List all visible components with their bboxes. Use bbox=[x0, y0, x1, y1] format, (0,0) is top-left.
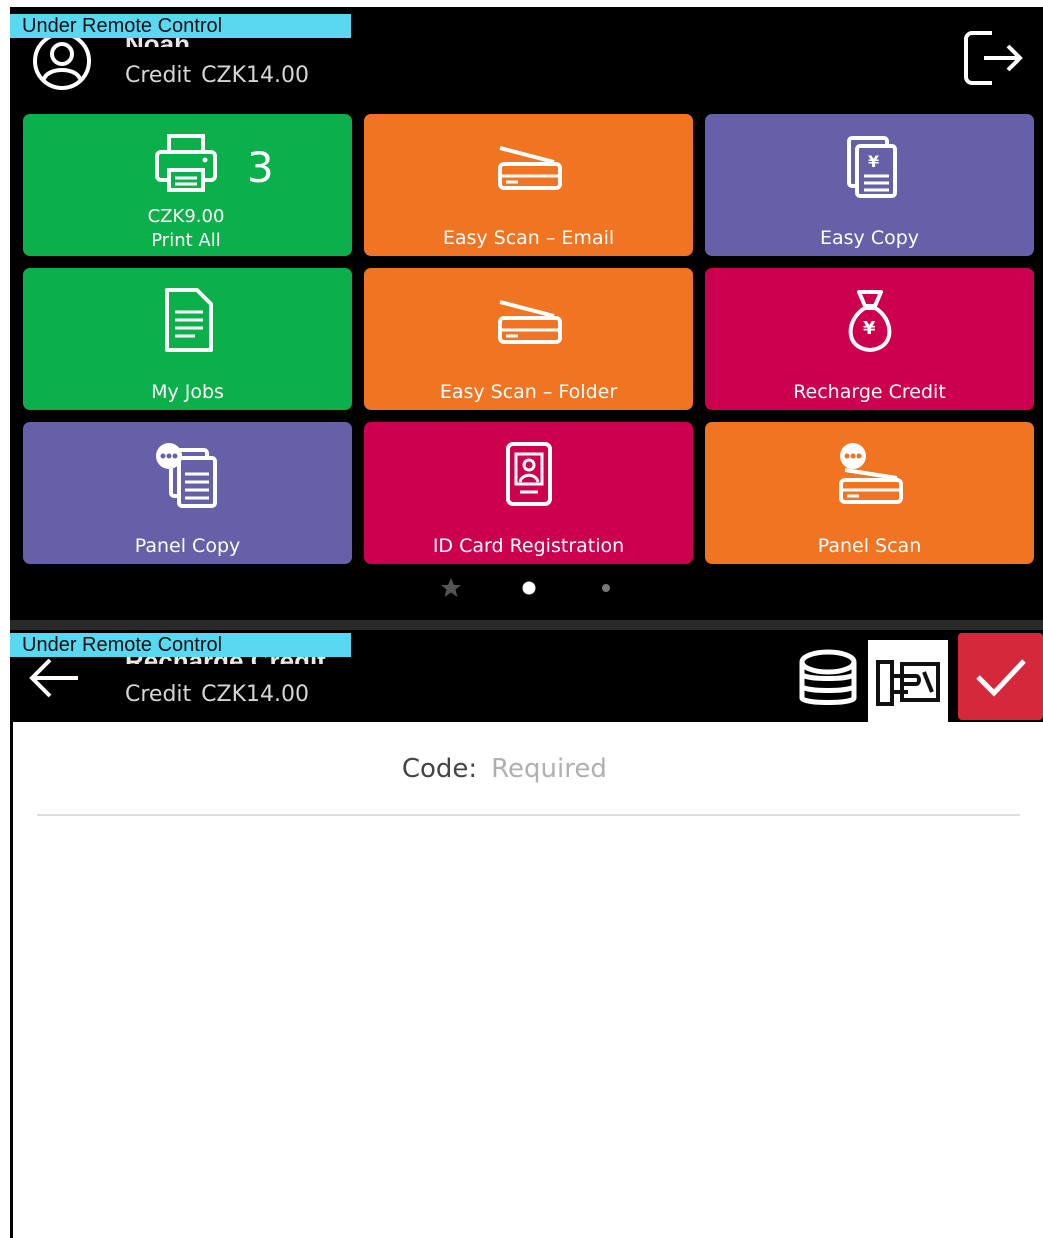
svg-text:¥: ¥ bbox=[868, 152, 879, 171]
card-payment-icon[interactable] bbox=[868, 640, 948, 722]
tile-id-card-registration[interactable]: ID Card Registration bbox=[364, 422, 693, 564]
tile-recharge-credit[interactable]: ¥ Recharge Credit bbox=[705, 268, 1034, 410]
id-card-icon bbox=[505, 442, 552, 506]
code-field-row: Code: bbox=[10, 752, 1043, 786]
money-bag-icon: ¥ bbox=[848, 290, 891, 352]
credit-display: Credit CZK14.00 bbox=[125, 61, 309, 91]
back-arrow-icon[interactable] bbox=[26, 654, 82, 702]
home-page-star-icon[interactable] bbox=[440, 577, 462, 599]
svg-text:¥: ¥ bbox=[863, 318, 876, 339]
tile-grid: 3 CZK9.00 Print All Easy Scan – Email ¥ bbox=[23, 114, 1034, 564]
tile-label: Panel Copy bbox=[134, 535, 241, 557]
job-count-badge: 3 bbox=[247, 143, 274, 192]
credit-label: Credit bbox=[125, 63, 192, 88]
home-screen: Under Remote Control Noah Credit CZK14.00 bbox=[10, 7, 1043, 620]
tile-my-jobs[interactable]: My Jobs bbox=[23, 268, 352, 410]
credit-label: Credit bbox=[125, 682, 192, 707]
copy-document-icon: ¥ bbox=[846, 136, 897, 198]
tile-label: Panel Scan bbox=[817, 535, 922, 557]
print-all-amount: CZK9.00 bbox=[147, 206, 225, 227]
tile-label: Easy Scan – Folder bbox=[439, 381, 618, 403]
tile-label: My Jobs bbox=[151, 381, 224, 403]
credit-display: Credit CZK14.00 bbox=[125, 680, 309, 710]
credit-amount: CZK14.00 bbox=[201, 63, 310, 88]
coins-icon[interactable] bbox=[788, 640, 868, 722]
remote-control-banner: Under Remote Control bbox=[10, 633, 351, 657]
tile-panel-copy[interactable]: Panel Copy bbox=[23, 422, 352, 564]
document-icon bbox=[164, 288, 213, 352]
code-input[interactable] bbox=[491, 754, 652, 784]
recharge-screen: Under Remote Control Recharge Credit Cre… bbox=[10, 630, 1043, 1238]
recharge-header: Under Remote Control Recharge Credit Cre… bbox=[10, 630, 1043, 722]
tile-panel-scan[interactable]: Panel Scan bbox=[705, 422, 1034, 564]
checkmark-icon bbox=[976, 659, 1026, 697]
tile-label: Recharge Credit bbox=[793, 381, 946, 403]
tile-easy-scan-folder[interactable]: Easy Scan – Folder bbox=[364, 268, 693, 410]
user-avatar-icon bbox=[33, 32, 91, 90]
tile-label: ID Card Registration bbox=[432, 535, 625, 557]
scanner-icon bbox=[497, 300, 562, 344]
code-label: Code: bbox=[401, 754, 478, 784]
code-field-underline bbox=[37, 814, 1020, 816]
printer-icon bbox=[155, 134, 217, 192]
tile-easy-scan-email[interactable]: Easy Scan – Email bbox=[364, 114, 693, 256]
panel-scan-icon bbox=[838, 443, 903, 504]
screen-divider bbox=[10, 620, 1043, 630]
tile-label: Easy Scan – Email bbox=[442, 227, 615, 249]
tile-label: Easy Copy bbox=[819, 227, 920, 249]
page-indicator bbox=[10, 577, 1043, 601]
screen-edge bbox=[10, 722, 13, 1238]
tile-label: Print All bbox=[151, 230, 221, 251]
remote-control-banner: Under Remote Control bbox=[10, 14, 351, 38]
credit-amount: CZK14.00 bbox=[201, 682, 310, 707]
tile-easy-copy[interactable]: ¥ Easy Copy bbox=[705, 114, 1034, 256]
tile-print-all[interactable]: 3 CZK9.00 Print All bbox=[23, 114, 352, 256]
logout-icon[interactable] bbox=[962, 27, 1026, 89]
page-dot[interactable] bbox=[600, 582, 612, 594]
scanner-icon bbox=[497, 146, 562, 190]
panel-copy-icon bbox=[155, 443, 217, 508]
confirm-button[interactable] bbox=[958, 633, 1043, 720]
page-dot-active[interactable] bbox=[521, 580, 537, 596]
